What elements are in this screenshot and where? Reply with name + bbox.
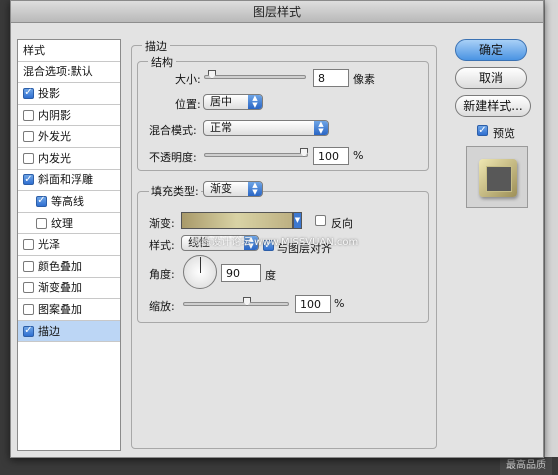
style-list-item-label: 内发光	[38, 151, 71, 165]
structure-group-title: 结构	[148, 54, 176, 70]
style-checkbox[interactable]	[23, 109, 34, 121]
style-checkbox[interactable]: ✓	[36, 195, 47, 207]
stroke-group-title: 描边	[142, 38, 170, 54]
style-list-item-label: 内阴影	[38, 108, 71, 122]
style-list-item[interactable]: ✓ 斜面和浮雕	[18, 170, 120, 192]
chevron-down-icon: ▼	[294, 216, 301, 224]
gradient-label: 渐变:	[149, 217, 175, 230]
cancel-button[interactable]: 取消	[455, 67, 527, 89]
style-list-item[interactable]: ✓ 等高线	[18, 191, 120, 213]
style-list-item[interactable]: 纹理	[18, 213, 120, 235]
gradient-picker-button[interactable]: ▼	[293, 212, 302, 229]
style-checkbox[interactable]	[23, 303, 34, 315]
layer-style-dialog: 图层样式 样式混合选项:默认 ✓ 投影内阴影外发光内发光 ✓ 斜面和浮雕 ✓ 等高线纹理光泽…	[10, 0, 544, 458]
preview-checkbox[interactable]: ✓	[477, 125, 488, 136]
style-checkbox[interactable]: ✓	[23, 325, 34, 337]
style-list-item-label: 颜色叠加	[38, 259, 82, 273]
dialog-title: 图层样式	[11, 1, 543, 23]
style-list-item[interactable]: 混合选项:默认	[18, 62, 120, 84]
style-list-item-label: 外发光	[38, 130, 71, 144]
size-input[interactable]: 8	[313, 69, 349, 87]
angle-unit: 度	[265, 269, 276, 282]
background-app-right	[544, 0, 558, 475]
size-unit: 像素	[353, 73, 375, 86]
style-label: 样式:	[149, 239, 175, 252]
position-select[interactable]: 居中 ▲ ▼	[203, 94, 263, 110]
style-list-item-label: 样式	[23, 43, 45, 57]
blend-mode-label: 混合模式:	[149, 124, 197, 137]
style-list-item-label: 光泽	[38, 238, 60, 252]
background-app-left	[0, 0, 10, 475]
style-checkbox[interactable]: ✓	[23, 87, 34, 99]
preview-tile	[479, 159, 517, 197]
style-checkbox[interactable]	[23, 152, 34, 164]
style-list: 样式混合选项:默认 ✓ 投影内阴影外发光内发光 ✓ 斜面和浮雕 ✓ 等高线纹理光泽颜色叠加渐…	[17, 39, 121, 451]
style-list-item[interactable]: 光泽	[18, 234, 120, 256]
style-checkbox[interactable]	[23, 131, 34, 143]
blend-mode-select-value: 正常	[210, 121, 232, 134]
style-list-item[interactable]: ✓ 描边	[18, 320, 120, 343]
scale-label: 缩放:	[149, 300, 175, 313]
style-list-item-label: 描边	[38, 324, 60, 338]
style-list-item[interactable]: 渐变叠加	[18, 278, 120, 300]
fill-type-select-value: 渐变	[210, 182, 232, 195]
style-list-item[interactable]: 颜色叠加	[18, 256, 120, 278]
watermark-text: 思缘设计论坛 www.MISSVUAN.com	[191, 237, 359, 248]
position-label: 位置:	[175, 98, 201, 111]
style-list-item[interactable]: 内发光	[18, 148, 120, 170]
opacity-input[interactable]: 100	[313, 147, 349, 165]
reverse-label: 反向	[331, 217, 353, 230]
style-list-item[interactable]: 样式	[18, 40, 120, 62]
style-list-item[interactable]: 外发光	[18, 126, 120, 148]
style-list-item[interactable]: 内阴影	[18, 105, 120, 127]
opacity-unit: %	[353, 149, 364, 162]
chevron-updown-icon: ▲ ▼	[248, 95, 262, 109]
angle-label: 角度:	[149, 268, 175, 281]
scale-input[interactable]: 100	[295, 295, 331, 313]
background-app-bottom	[0, 457, 558, 475]
style-list-item-label: 纹理	[51, 216, 73, 230]
chevron-updown-icon: ▲ ▼	[314, 121, 328, 135]
style-checkbox[interactable]: ✓	[23, 174, 34, 186]
fill-type-label: 填充类型:	[149, 183, 201, 199]
angle-dial[interactable]	[183, 255, 217, 289]
style-checkbox[interactable]	[23, 239, 34, 251]
preview-label: 预览	[493, 127, 515, 140]
style-list-item-label: 斜面和浮雕	[38, 173, 93, 187]
style-list-item-label: 混合选项:默认	[23, 65, 93, 79]
style-list-item[interactable]: 图案叠加	[18, 299, 120, 321]
size-label: 大小:	[175, 73, 201, 86]
style-list-item-label: 图案叠加	[38, 302, 82, 316]
chevron-updown-icon: ▲ ▼	[248, 182, 262, 196]
new-style-button[interactable]: 新建样式...	[455, 95, 531, 117]
position-select-value: 居中	[210, 95, 232, 108]
gradient-swatch[interactable]	[181, 212, 293, 229]
style-list-item-label: 投影	[38, 86, 60, 100]
style-checkbox[interactable]	[23, 260, 34, 272]
style-checkbox[interactable]	[23, 282, 34, 294]
scale-slider[interactable]	[183, 302, 289, 306]
style-list-item-label: 渐变叠加	[38, 281, 82, 295]
opacity-label: 不透明度:	[149, 151, 197, 164]
style-list-item-label: 等高线	[51, 194, 84, 208]
ok-button[interactable]: 确定	[455, 39, 527, 61]
style-preview-thumbnail	[466, 146, 528, 208]
scale-unit: %	[334, 297, 345, 310]
style-list-item[interactable]: ✓ 投影	[18, 83, 120, 105]
opacity-slider[interactable]	[204, 153, 308, 157]
blend-mode-select[interactable]: 正常 ▲ ▼	[203, 120, 329, 136]
size-slider[interactable]	[204, 75, 306, 79]
style-checkbox[interactable]	[36, 217, 47, 229]
background-status-text: 最高品质	[500, 457, 552, 475]
fill-type-select[interactable]: 渐变 ▲ ▼	[203, 181, 263, 197]
angle-input[interactable]: 90	[221, 264, 261, 282]
reverse-checkbox[interactable]	[315, 215, 326, 226]
